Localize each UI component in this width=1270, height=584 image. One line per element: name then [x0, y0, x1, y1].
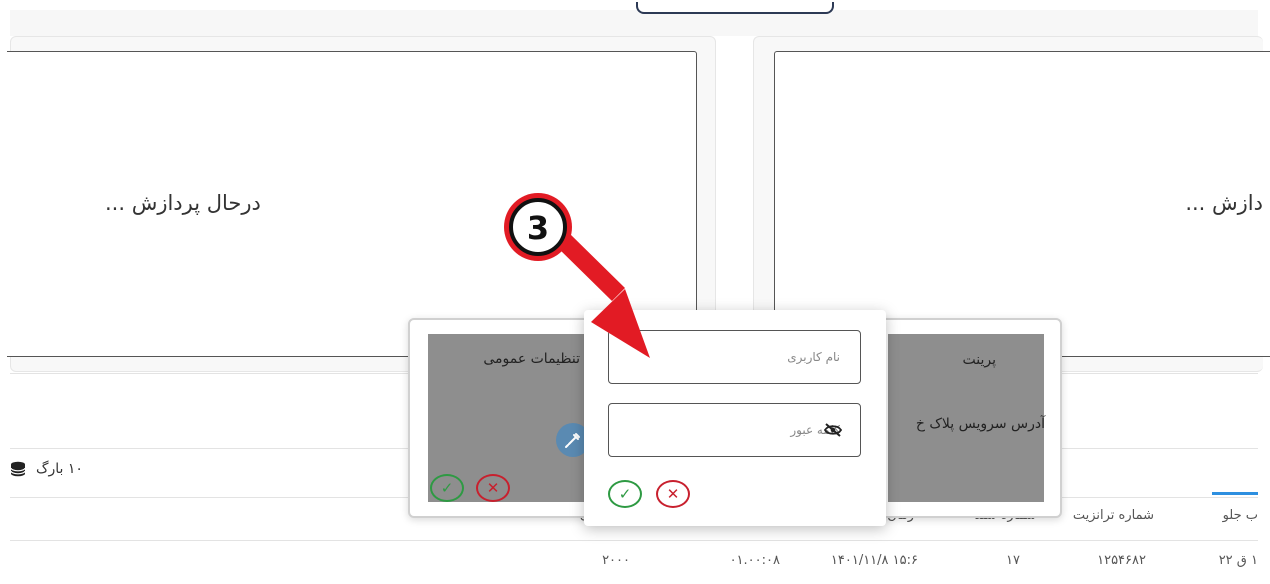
- divider: [10, 540, 1258, 541]
- table-cell: ۱۲۵۴۶۸۲: [1097, 553, 1146, 568]
- check-icon: ✓: [440, 479, 454, 497]
- login-cancel-button[interactable]: ✕: [656, 480, 690, 508]
- active-tab-indicator: [1212, 492, 1258, 495]
- table-cell: ۲۰۰۰: [602, 553, 630, 568]
- login-confirm-button[interactable]: ✓: [608, 480, 642, 508]
- table-cell: ۱۵:۶ ۱۴۰۱/۱۱/۸: [830, 553, 918, 568]
- login-dialog: ✓ ✕: [584, 310, 886, 526]
- close-icon: ✕: [486, 479, 500, 497]
- reload-label: ۱۰ بارگ: [36, 461, 83, 477]
- page: درحال پردازش ... دازش ... ۱۰ بارگ ب جلو …: [0, 0, 1270, 584]
- close-icon: ✕: [666, 485, 680, 503]
- service-address-label: آدرس سرویس پلاک خ: [915, 416, 1045, 432]
- table-cell: ۱۷: [1006, 553, 1020, 568]
- table-cell: ۱ ق ۲۲: [1218, 553, 1258, 568]
- print-title[interactable]: پرینت: [963, 352, 997, 368]
- reload-button[interactable]: ۱۰ بارگ: [10, 461, 83, 477]
- check-icon: ✓: [618, 485, 632, 503]
- general-settings-title[interactable]: تنظیمات عمومی: [483, 351, 580, 367]
- top-bar: [10, 10, 1258, 36]
- eye-off-icon[interactable]: [824, 423, 842, 437]
- processing-text-right: دازش ...: [1185, 191, 1263, 215]
- confirm-button[interactable]: ✓: [430, 474, 464, 502]
- cancel-button[interactable]: ✕: [476, 474, 510, 502]
- general-settings-pane: تنظیمات عمومی ✓ ✕: [428, 334, 602, 502]
- column-header: ب جلو: [1222, 508, 1258, 523]
- processing-text-left: درحال پردازش ...: [105, 191, 261, 215]
- username-input[interactable]: [608, 330, 861, 384]
- database-icon: [10, 461, 26, 477]
- print-pane: پرینت آدرس سرویس پلاک خ: [888, 334, 1045, 502]
- plug-icon: [565, 433, 580, 448]
- top-pill-button[interactable]: [636, 2, 834, 14]
- column-header: شماره ترانزیت: [1072, 508, 1154, 523]
- table-cell: ۰۱.۰۰:۰۸: [729, 553, 780, 568]
